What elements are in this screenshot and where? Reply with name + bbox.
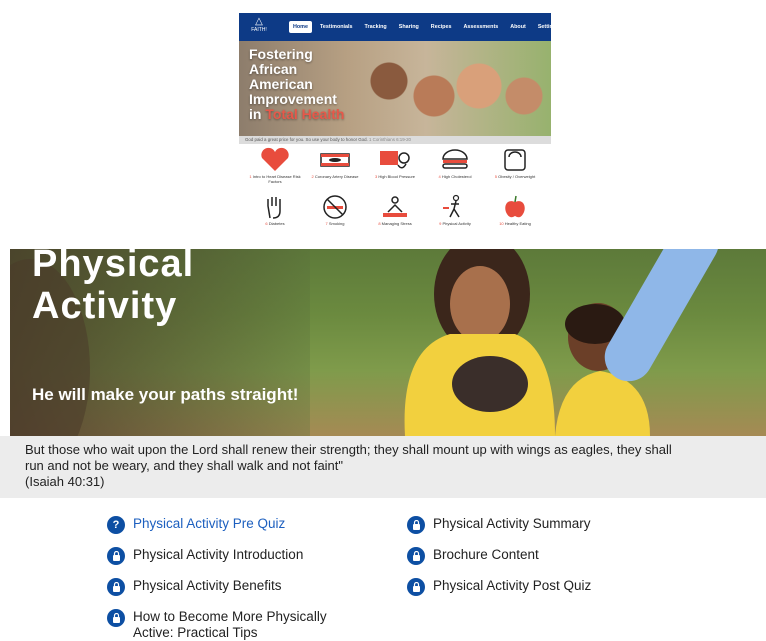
hand-icon <box>267 197 281 219</box>
heart-icon <box>261 147 289 171</box>
lock-icon <box>407 578 425 596</box>
lock-icon <box>407 516 425 534</box>
module-obesity[interactable]: 5 Obesity / Overweight <box>485 147 545 191</box>
nav-assessments[interactable]: Assessments <box>459 21 502 33</box>
nav-tracking[interactable]: Tracking <box>361 21 391 33</box>
running-icon <box>443 194 460 218</box>
link-post-quiz[interactable]: Physical Activity Post Quiz <box>407 578 591 596</box>
thumbnail-verse-bar: God paid a great price for you. So use y… <box>239 136 551 144</box>
module-grid: 1 Intro to Heart Disease Risk Factors 2 … <box>245 147 545 238</box>
lock-icon <box>107 609 125 627</box>
hero-heading: Fostering African American Improvement i… <box>249 46 345 122</box>
nav-sharing[interactable]: Sharing <box>395 21 423 33</box>
banner-subtitle: He will make your paths straight! <box>32 385 299 404</box>
link-brochure[interactable]: Brochure Content <box>407 547 539 565</box>
lock-icon <box>407 547 425 565</box>
verse-reference: (Isaiah 40:31) <box>25 474 105 489</box>
site-preview-thumbnail: △ FAITH! Home Testimonials Tracking Shar… <box>239 13 559 238</box>
artery-icon <box>320 153 350 167</box>
link-benefits[interactable]: Physical Activity Benefits <box>107 578 282 596</box>
module-healthy-eating[interactable]: 10 Healthy Eating <box>485 194 545 238</box>
scripture-verse: But those who wait upon the Lord shall r… <box>0 436 766 498</box>
logo: △ FAITH! <box>245 16 273 38</box>
church-logo-icon: △ <box>255 16 263 27</box>
meditation-icon <box>383 196 407 217</box>
module-stress[interactable]: 8 Managing Stress <box>365 194 425 238</box>
nav-recipes[interactable]: Recipes <box>427 21 456 33</box>
no-smoking-icon <box>323 195 347 219</box>
module-blood-pressure[interactable]: 3 High Blood Pressure <box>365 147 425 191</box>
module-cholesterol[interactable]: 4 High Cholesterol <box>425 147 485 191</box>
navbar: △ FAITH! Home Testimonials Tracking Shar… <box>239 13 559 41</box>
link-practical-tips[interactable]: How to Become More Physically Active: Pra… <box>107 609 327 641</box>
hero-highlight: Total Health <box>265 106 345 122</box>
lesson-links: ? Physical Activity Pre Quiz Physical Ac… <box>0 512 766 641</box>
module-smoking[interactable]: 7 Smoking <box>305 194 365 238</box>
module-physical-activity[interactable]: 9 Physical Activity <box>425 194 485 238</box>
nav-about[interactable]: About <box>506 21 530 33</box>
nav-menu: Home Testimonials Tracking Sharing Recip… <box>289 13 563 41</box>
banner-title: Physical Activity <box>32 249 195 327</box>
module-diabetes[interactable]: 6 Diabetes <box>245 194 305 238</box>
link-summary[interactable]: Physical Activity Summary <box>407 516 591 534</box>
lock-icon <box>107 578 125 596</box>
nav-testimonials[interactable]: Testimonials <box>316 21 357 33</box>
module-heart-disease[interactable]: 1 Intro to Heart Disease Risk Factors <box>245 147 305 191</box>
hero-image: Fostering African American Improvement i… <box>239 41 551 136</box>
nav-home[interactable]: Home <box>289 21 312 33</box>
blood-pressure-cuff-icon <box>380 151 410 169</box>
link-introduction[interactable]: Physical Activity Introduction <box>107 547 303 565</box>
module-coronary[interactable]: 2 Coronary Artery Disease <box>305 147 365 191</box>
scale-icon <box>504 149 526 171</box>
question-icon: ? <box>107 516 125 534</box>
physical-activity-banner: Physical Activity He will make your path… <box>10 249 766 436</box>
burger-icon <box>442 149 468 169</box>
link-pre-quiz[interactable]: ? Physical Activity Pre Quiz <box>107 516 285 534</box>
nav-settings[interactable]: Settings <box>534 21 563 33</box>
logo-text: FAITH! <box>251 27 267 33</box>
apple-icon <box>505 195 525 218</box>
lock-icon <box>107 547 125 565</box>
